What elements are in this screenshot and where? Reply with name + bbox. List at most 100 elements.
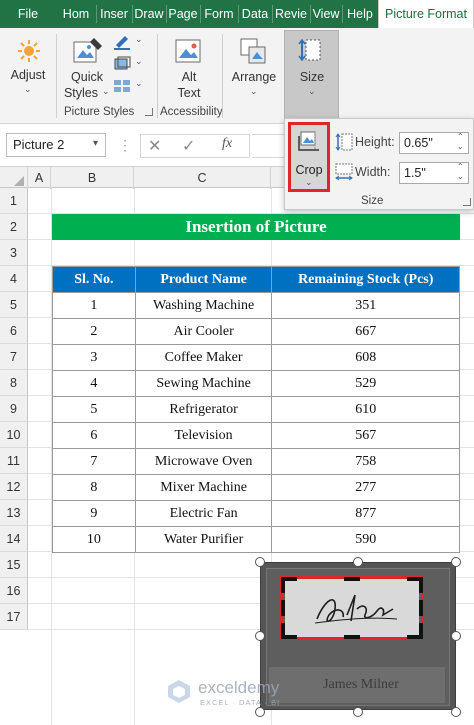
resize-handle[interactable]	[255, 631, 265, 641]
drag-handle-icon[interactable]: ⋮	[118, 136, 132, 154]
arrange-icon[interactable]	[238, 36, 268, 66]
cell-remaining-stock[interactable]: 758	[271, 448, 460, 475]
cell-product-name[interactable]: Washing Machine	[134, 292, 273, 319]
row-header-17[interactable]: 17	[0, 604, 28, 630]
row-header-16[interactable]: 16	[0, 578, 28, 604]
column-header-b[interactable]: B	[51, 167, 134, 189]
header-product-name[interactable]: Product Name	[134, 266, 273, 293]
cell-product-name[interactable]: Mixer Machine	[134, 474, 273, 501]
column-header-a[interactable]: A	[28, 167, 51, 189]
row-header-8[interactable]: 8	[0, 370, 28, 396]
insert-function-icon[interactable]: fx	[222, 136, 232, 152]
name-box[interactable]: Picture 2	[6, 133, 106, 157]
crop-handle[interactable]	[419, 600, 423, 616]
header-sl-no[interactable]: Sl. No.	[52, 266, 136, 293]
resize-handle[interactable]	[451, 631, 461, 641]
picture-layout-icon[interactable]	[113, 78, 131, 94]
row-header-11[interactable]: 11	[0, 448, 28, 474]
cell-sl-no[interactable]: 2	[52, 318, 136, 345]
cell-remaining-stock[interactable]: 351	[271, 292, 460, 319]
cell-remaining-stock[interactable]: 277	[271, 474, 460, 501]
resize-handle[interactable]	[451, 707, 461, 717]
cell-product-name[interactable]: Television	[134, 422, 273, 449]
cancel-icon[interactable]: ✕	[148, 136, 161, 156]
crop-handle[interactable]	[419, 623, 423, 639]
cell-product-name[interactable]: Air Cooler	[134, 318, 273, 345]
alt-text-label-1[interactable]: Alt	[176, 70, 202, 84]
crop-handle[interactable]	[344, 635, 360, 639]
width-stepper[interactable]: ⌃ ⌄	[457, 162, 464, 182]
tab-home[interactable]: Hom	[56, 0, 96, 28]
chevron-down-icon[interactable]: ▾	[93, 138, 98, 149]
size-dialog-launcher-icon[interactable]	[463, 198, 471, 206]
cell-product-name[interactable]: Microwave Oven	[134, 448, 273, 475]
cell-sl-no[interactable]: 1	[52, 292, 136, 319]
cell-product-name[interactable]: Refrigerator	[134, 396, 273, 423]
select-all-button[interactable]	[0, 167, 28, 189]
cell-sl-no[interactable]: 10	[52, 526, 136, 553]
cell-remaining-stock[interactable]: 608	[271, 344, 460, 371]
adjust-button[interactable]: Adjust	[8, 68, 48, 82]
row-header-6[interactable]: 6	[0, 318, 28, 344]
row-header-4[interactable]: 4	[0, 266, 28, 292]
cell-remaining-stock[interactable]: 529	[271, 370, 460, 397]
column-header-c[interactable]: C	[134, 167, 271, 189]
tab-insert[interactable]: Inser	[96, 0, 132, 28]
row-header-5[interactable]: 5	[0, 292, 28, 318]
crop-handle[interactable]	[344, 577, 360, 581]
cell-product-name[interactable]: Water Purifier	[134, 526, 273, 553]
row-header-15[interactable]: 15	[0, 552, 28, 578]
tab-draw[interactable]: Draw	[132, 0, 166, 28]
sheet-title[interactable]: Insertion of Picture	[52, 214, 460, 240]
cell-remaining-stock[interactable]: 877	[271, 500, 460, 527]
cell-sl-no[interactable]: 3	[52, 344, 136, 371]
tab-data[interactable]: Data	[238, 0, 272, 28]
tab-page-layout[interactable]: Page	[166, 0, 200, 28]
enter-icon[interactable]: ✓	[182, 136, 195, 156]
row-header-14[interactable]: 14	[0, 526, 28, 552]
quick-styles-label-1[interactable]: Quick	[64, 70, 110, 84]
crop-handle[interactable]	[281, 600, 285, 616]
row-header-9[interactable]: 9	[0, 396, 28, 422]
resize-handle[interactable]	[353, 707, 363, 717]
row-header-1[interactable]: 1	[0, 188, 28, 214]
cell-sl-no[interactable]: 9	[52, 500, 136, 527]
crop-button[interactable]: Crop ⌄	[288, 122, 330, 192]
formula-input[interactable]	[252, 134, 288, 158]
row-header-3[interactable]: 3	[0, 240, 28, 266]
tab-review[interactable]: Revie	[272, 0, 310, 28]
row-header-7[interactable]: 7	[0, 344, 28, 370]
tab-formulas[interactable]: Form	[200, 0, 238, 28]
cell-product-name[interactable]: Sewing Machine	[134, 370, 273, 397]
arrange-button[interactable]: Arrange	[230, 70, 278, 84]
adjust-icon[interactable]	[16, 38, 42, 64]
crop-handle[interactable]	[281, 623, 285, 639]
quick-styles-icon[interactable]	[72, 36, 104, 66]
picture-border-icon[interactable]	[113, 34, 131, 50]
resize-handle[interactable]	[255, 557, 265, 567]
cell-remaining-stock[interactable]: 567	[271, 422, 460, 449]
height-stepper[interactable]: ⌃ ⌄	[457, 132, 464, 152]
alt-text-label-2[interactable]: Text	[174, 86, 204, 100]
row-header-13[interactable]: 13	[0, 500, 28, 526]
cell-sl-no[interactable]: 5	[52, 396, 136, 423]
cell-sl-no[interactable]: 7	[52, 448, 136, 475]
cell-product-name[interactable]: Electric Fan	[134, 500, 273, 527]
crop-handle[interactable]	[419, 577, 423, 593]
crop-handle[interactable]	[281, 577, 285, 593]
tab-file[interactable]: File	[0, 0, 56, 28]
cell-sl-no[interactable]: 6	[52, 422, 136, 449]
cell-remaining-stock[interactable]: 610	[271, 396, 460, 423]
dialog-launcher-icon[interactable]	[145, 108, 153, 116]
cell-sl-no[interactable]: 4	[52, 370, 136, 397]
row-header-12[interactable]: 12	[0, 474, 28, 500]
cell-remaining-stock[interactable]: 590	[271, 526, 460, 553]
resize-handle[interactable]	[451, 557, 461, 567]
row-header-2[interactable]: 2	[0, 214, 28, 240]
resize-handle[interactable]	[255, 707, 265, 717]
tab-view[interactable]: View	[310, 0, 342, 28]
header-remaining-stock[interactable]: Remaining Stock (Pcs)	[271, 266, 460, 293]
row-header-10[interactable]: 10	[0, 422, 28, 448]
cell-product-name[interactable]: Coffee Maker	[134, 344, 273, 371]
picture-effects-icon[interactable]	[113, 56, 131, 72]
